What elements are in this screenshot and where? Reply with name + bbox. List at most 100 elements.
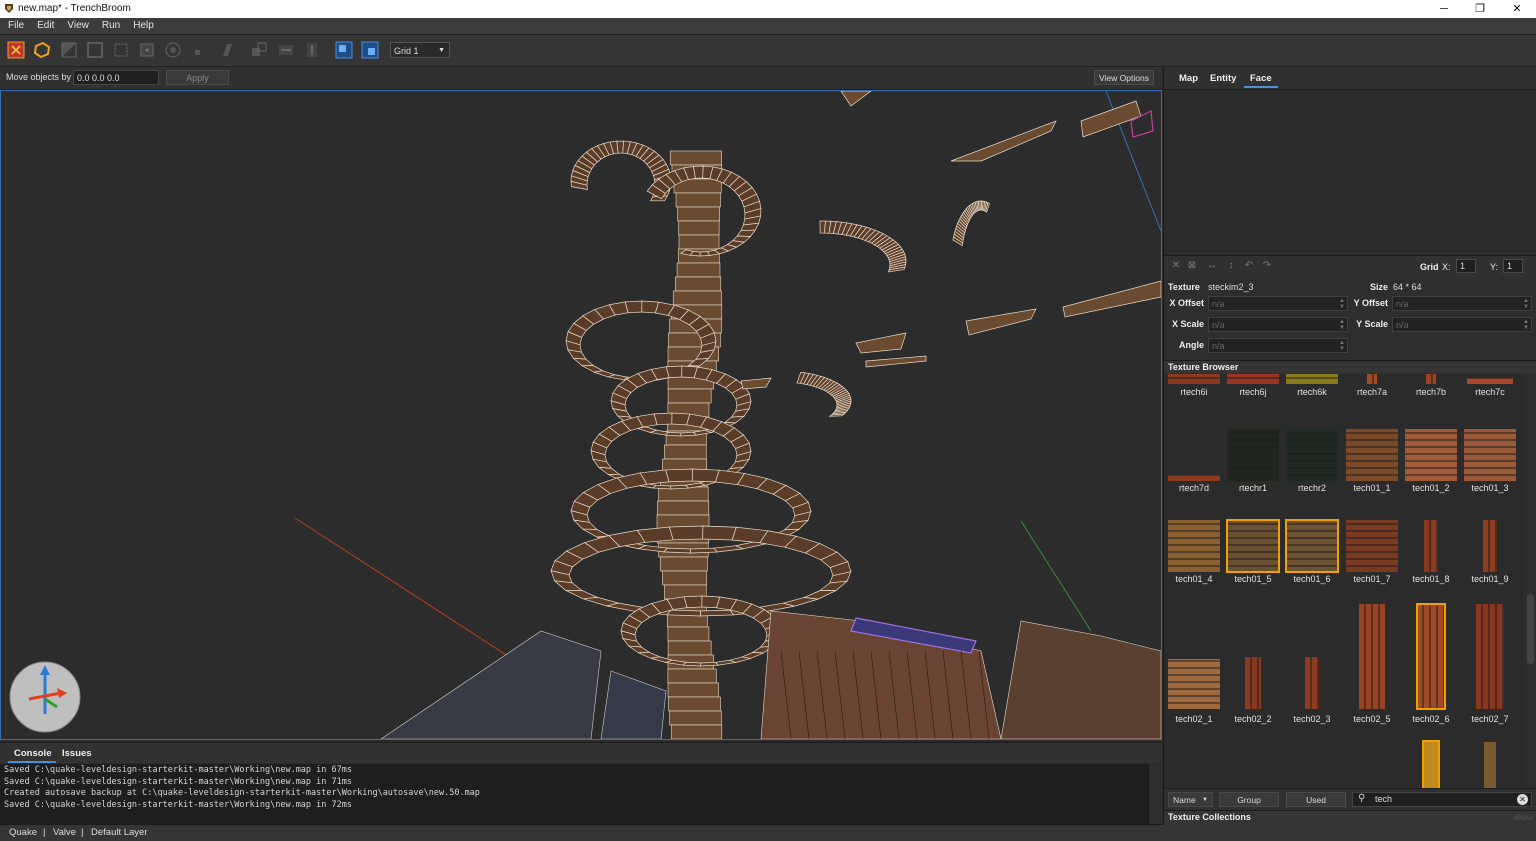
texture-grid[interactable]: rtech6i rtech6j rtech6k rtech7a rtech7b rtech… <box>1164 374 1524 788</box>
y-offset-field[interactable]: n/a ▲ ▼ <box>1392 296 1532 311</box>
console-scrollbar[interactable] <box>1148 764 1162 824</box>
tab-console[interactable]: Console <box>14 748 51 759</box>
texture-name: tech01_6 <box>1293 574 1331 584</box>
uv-editor-view[interactable] <box>1164 90 1536 255</box>
texture-collections-show[interactable]: show <box>1513 812 1533 822</box>
spiral-stair <box>819 220 907 273</box>
grid-y-spinner[interactable]: 1 <box>1503 259 1523 273</box>
status-bar: Quake | Valve | Default Layer <box>0 824 1536 841</box>
texture-collections-header[interactable]: Texture Collections show <box>1164 810 1536 825</box>
x-offset-field[interactable]: n/a ▲ ▼ <box>1208 296 1348 311</box>
spinner-arrows-icon[interactable]: ▲ ▼ <box>1523 319 1529 331</box>
minimize-button[interactable]: ─ <box>1426 0 1462 18</box>
spinner-arrows-icon[interactable]: ▲ ▼ <box>1523 298 1529 310</box>
angle-field[interactable]: n/a ▲ ▼ <box>1208 338 1348 353</box>
tab-entity[interactable]: Entity <box>1210 73 1236 84</box>
clip-tool-icon[interactable] <box>60 41 78 59</box>
scrollbar-thumb[interactable] <box>1527 594 1534 664</box>
lower-building <box>1000 620 1161 739</box>
tab-issues[interactable]: Issues <box>62 748 92 759</box>
scale-tool-icon[interactable] <box>190 41 208 59</box>
texture-lock-icon[interactable] <box>335 41 353 59</box>
texture-thumbnail <box>1286 429 1338 481</box>
tower-segment <box>667 626 710 642</box>
axis-compass[interactable] <box>7 659 87 739</box>
rotate-ccw-icon[interactable]: ↶ <box>1243 260 1255 272</box>
texture-scrollbar[interactable] <box>1524 374 1536 788</box>
menu-view[interactable]: View <box>59 18 94 31</box>
y-scale-field[interactable]: n/a ▲ ▼ <box>1392 317 1532 332</box>
move-tool-icon[interactable] <box>7 41 25 59</box>
spinner-arrows-icon[interactable]: ▲ ▼ <box>1339 340 1345 352</box>
flip-horizontal-icon[interactable] <box>277 41 295 59</box>
x-axis-line <box>294 517 532 672</box>
tower-segment <box>669 150 722 166</box>
stair-step <box>683 595 703 608</box>
angle-value: n/a <box>1212 341 1225 351</box>
menu-file[interactable]: File <box>0 18 29 31</box>
view-options-button[interactable]: View Options <box>1094 70 1154 85</box>
edge-tool-icon[interactable] <box>112 41 130 59</box>
close-button[interactable]: ✕ <box>1499 0 1535 18</box>
texture-name: tech01_1 <box>1353 483 1391 493</box>
flip-v-icon[interactable]: ↕ <box>1225 260 1237 272</box>
grid-size-select[interactable]: Grid 1 ▼ <box>390 42 450 58</box>
brush-tool-icon[interactable] <box>33 41 51 59</box>
texture-tile-partial[interactable] <box>1422 740 1440 788</box>
spinner-arrows-icon[interactable]: ▲ ▼ <box>1339 319 1345 331</box>
menu-edit[interactable]: Edit <box>29 18 59 31</box>
group-button[interactable]: Group <box>1219 792 1279 807</box>
status-game: Quake <box>9 827 37 838</box>
texture-tile-partial[interactable] <box>1484 742 1496 788</box>
tower-segment <box>669 710 722 726</box>
toolbar: Grid 1 ▼ <box>0 35 1536 67</box>
clear-search-icon[interactable]: ✕ <box>1517 794 1528 805</box>
texture-name: tech02_3 <box>1293 714 1331 724</box>
reset-to-world-icon[interactable]: ⊠ <box>1186 260 1198 272</box>
stair-step <box>653 412 673 426</box>
lower-building <box>600 670 667 739</box>
floating-platform <box>865 355 927 368</box>
rotate-tool-icon[interactable] <box>164 41 182 59</box>
app-icon <box>5 4 13 13</box>
grid-x-spinner[interactable]: 1 <box>1456 259 1476 273</box>
texture-search-input[interactable]: ⚲ tech ✕ <box>1352 792 1532 807</box>
reset-icon[interactable]: ✕ <box>1170 260 1182 272</box>
stair-step <box>702 525 737 541</box>
status-layer: Default Layer <box>91 827 148 838</box>
rotate-cw-icon[interactable]: ↷ <box>1261 260 1273 272</box>
spinner-arrows-icon[interactable]: ▲ ▼ <box>1339 298 1345 310</box>
move-offset-input[interactable] <box>73 70 159 85</box>
apply-button[interactable]: Apply <box>166 70 229 85</box>
tab-map[interactable]: Map <box>1179 73 1198 84</box>
texture-name: rtechr1 <box>1238 483 1267 493</box>
stair-step <box>736 229 757 237</box>
used-button[interactable]: Used <box>1286 792 1346 807</box>
uv-lock-icon[interactable] <box>361 41 379 59</box>
texture-name: tech02_2 <box>1234 714 1272 724</box>
flip-h-icon[interactable]: ↔ <box>1206 260 1218 272</box>
menu-help[interactable]: Help <box>125 18 159 31</box>
vertex-tool-icon[interactable] <box>86 41 104 59</box>
tab-face[interactable]: Face <box>1250 73 1272 84</box>
tower-segment <box>676 262 721 278</box>
stair-step <box>693 165 704 179</box>
x-scale-field[interactable]: n/a ▲ ▼ <box>1208 317 1348 332</box>
face-tool-icon[interactable] <box>138 41 156 59</box>
map-wireframe-scene <box>294 91 1161 739</box>
shear-tool-icon[interactable] <box>218 41 236 59</box>
menu-run[interactable]: Run <box>94 18 125 31</box>
stair-step <box>624 300 643 314</box>
floating-platform <box>1062 280 1161 318</box>
x-offset-label: X Offset <box>1169 298 1204 308</box>
flip-vertical-icon[interactable] <box>303 41 321 59</box>
y-offset-value: n/a <box>1396 299 1409 309</box>
tower-segment <box>664 444 707 460</box>
maximize-button[interactable]: ❐ <box>1462 0 1498 18</box>
texture-thumbnail <box>1426 374 1436 384</box>
stair-step <box>691 468 720 483</box>
duplicate-icon[interactable] <box>250 41 268 59</box>
3d-viewport[interactable] <box>0 90 1162 740</box>
sort-select[interactable]: Name ▼ <box>1168 792 1213 807</box>
texture-name: tech01_9 <box>1471 574 1509 584</box>
